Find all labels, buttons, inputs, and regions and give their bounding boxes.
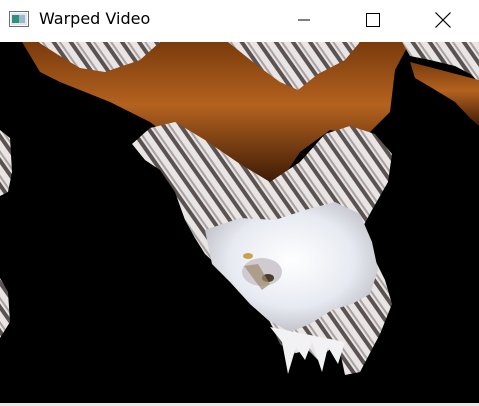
close-button[interactable]	[420, 0, 466, 40]
minimize-button[interactable]	[281, 0, 327, 40]
warped-video-frame	[0, 42, 479, 403]
minimize-icon	[298, 19, 310, 21]
maximize-button[interactable]	[350, 0, 396, 40]
app-window: Warped Video	[0, 0, 479, 406]
window-title: Warped Video	[39, 9, 151, 28]
warped-video-image	[0, 42, 479, 403]
close-icon	[435, 12, 451, 28]
title-bar[interactable]: Warped Video	[0, 0, 479, 40]
window-app-icon	[9, 11, 29, 27]
maximize-icon	[366, 13, 380, 27]
